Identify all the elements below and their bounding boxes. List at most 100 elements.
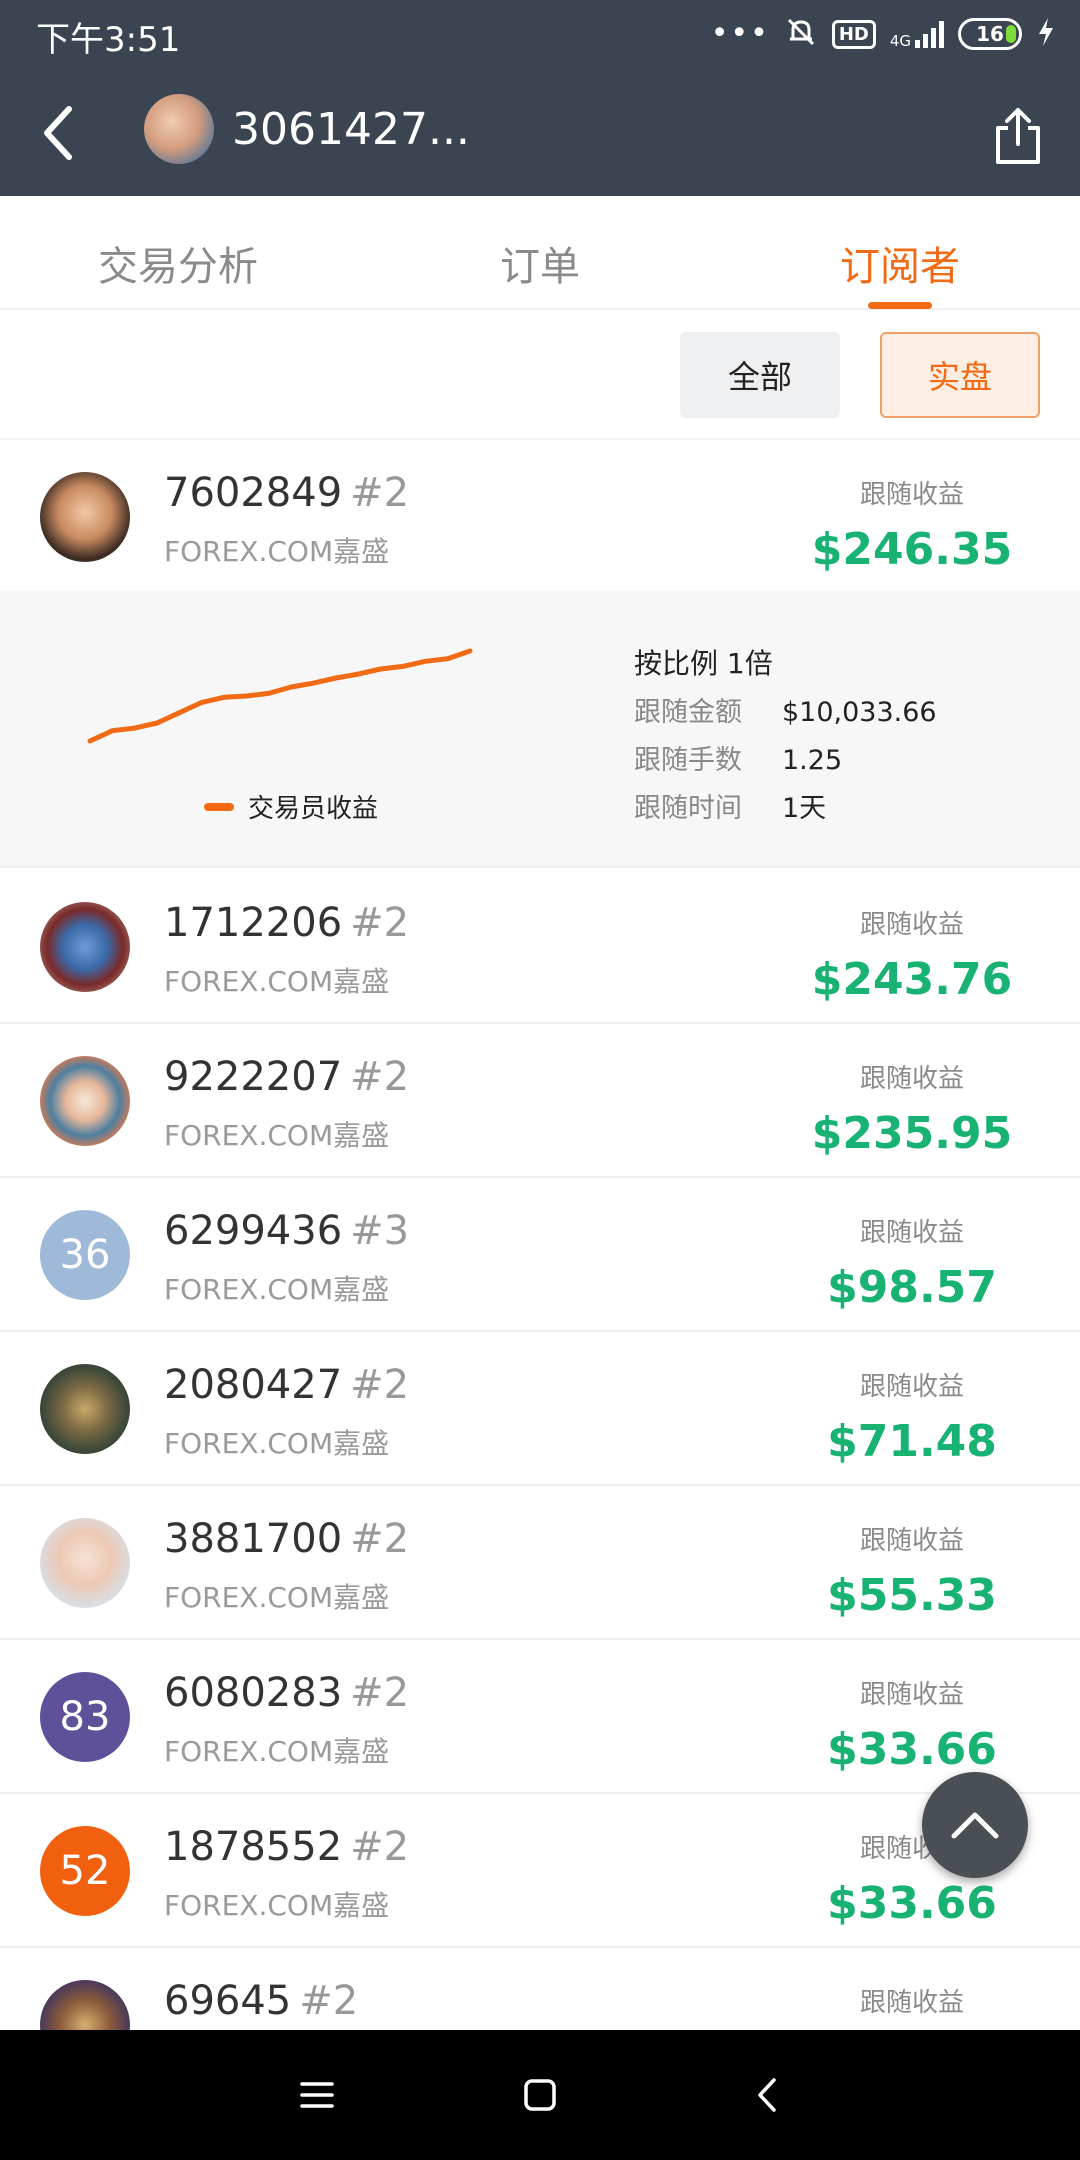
follow-time-value: 1天 [782, 793, 827, 824]
nav-menu-button[interactable] [292, 2070, 342, 2120]
subscriber-avatar: 36 [40, 1210, 130, 1300]
network-indicator: 4G [889, 20, 944, 50]
home-icon [524, 2079, 556, 2111]
subscriber-row[interactable]: 9222207 #2 FOREX.COM嘉盛 跟随收益 $235.95 [0, 1024, 1080, 1178]
subscriber-id: 6299436 #3 [164, 1208, 410, 1254]
trader-title: 3061427... [232, 104, 470, 155]
subscriber-rank: #2 [350, 470, 410, 516]
tab-subscribers[interactable]: 订阅者 [840, 234, 960, 292]
subscriber-rank: #2 [350, 900, 410, 946]
chevron-up-icon [951, 1812, 999, 1839]
subscriber-rank: #2 [350, 1670, 410, 1716]
profit-label: 跟随收益 [859, 1064, 964, 1094]
subscriber-avatar [40, 902, 130, 992]
chevron-left-icon [44, 106, 72, 160]
subscriber-row[interactable]: 3881700 #2 FOREX.COM嘉盛 跟随收益 $55.33 [0, 1486, 1080, 1640]
filter-real-button[interactable]: 实盘 [880, 332, 1040, 418]
back-icon [758, 2078, 776, 2112]
subscriber-broker: FOREX.COM嘉盛 [164, 1427, 390, 1460]
subscriber-broker: FOREX.COM嘉盛 [164, 1735, 390, 1768]
app-header: 3061427... [0, 70, 1080, 196]
subscriber-row[interactable]: 52 1878552 #2 FOREX.COM嘉盛 跟随收益 $33.66 [0, 1794, 1080, 1948]
subscriber-rank: #2 [350, 1824, 410, 1870]
nav-home-button[interactable] [515, 2070, 565, 2120]
battery-icon: 16 [958, 18, 1022, 50]
subscriber-row[interactable]: 83 6080283 #2 FOREX.COM嘉盛 跟随收益 $33.66 [0, 1640, 1080, 1794]
subscriber-broker: FOREX.COM嘉盛 [164, 1889, 390, 1922]
filter-bar: 全部 实盘 [0, 310, 1080, 440]
subscriber-rank: #3 [350, 1208, 410, 1254]
trader-profit-sparkline [87, 648, 473, 744]
follow-amount-row: 跟随金额 $10,033.66 [634, 690, 937, 729]
profit-label: 跟随收益 [859, 910, 964, 940]
back-button[interactable] [28, 100, 88, 166]
subscriber-detail-panel: 交易员收益 按比例 1倍 跟随金额 $10,033.66 跟随手数 1.25 跟随时… [0, 590, 1080, 868]
subscriber-avatar: 52 [40, 1826, 130, 1916]
system-nav-bar [0, 2030, 1080, 2160]
sparkline-legend: 交易员收益 [204, 788, 378, 825]
top-bar: 下午3:51 ••• HD 4G 16 3061427... [0, 0, 1080, 196]
profit-label: 跟随收益 [859, 1988, 964, 2018]
follow-amount-value: $10,033.66 [782, 697, 937, 728]
share-button[interactable] [990, 106, 1046, 166]
signal-icon [915, 20, 944, 48]
subscriber-id: 69645 #2 [164, 1978, 359, 2024]
profit-label: 跟随收益 [859, 480, 964, 510]
scroll-to-top-button[interactable] [922, 1772, 1028, 1878]
profit-value: $33.66 [827, 1724, 997, 1775]
battery-level: 16 [976, 22, 1004, 46]
menu-icon [300, 2082, 334, 2108]
profit-label: 跟随收益 [859, 1680, 964, 1710]
status-bar: 下午3:51 ••• HD 4G 16 [0, 0, 1080, 70]
subscriber-row[interactable]: 2080427 #2 FOREX.COM嘉盛 跟随收益 $71.48 [0, 1332, 1080, 1486]
subscriber-id: 1878552 #2 [164, 1824, 410, 1870]
subscriber-broker: FOREX.COM嘉盛 [164, 1119, 390, 1152]
more-dots-icon: ••• [710, 16, 770, 51]
share-icon [996, 108, 1040, 164]
subscriber-id: 2080427 #2 [164, 1362, 410, 1408]
subscriber-id: 3881700 #2 [164, 1516, 410, 1562]
profit-value: $243.76 [811, 954, 1013, 1005]
subscriber-row[interactable]: 1712206 #2 FOREX.COM嘉盛 跟随收益 $243.76 [0, 870, 1080, 1024]
subscriber-broker: FOREX.COM嘉盛 [164, 965, 390, 998]
subscriber-id: 1712206 #2 [164, 900, 410, 946]
follow-ratio: 按比例 1倍 [634, 647, 773, 680]
profit-label: 跟随收益 [859, 1372, 964, 1402]
network-type: 4G [889, 32, 911, 50]
subscriber-avatar: 83 [40, 1672, 130, 1762]
subscriber-row[interactable]: 7602849 #2 FOREX.COM嘉盛 跟随收益 $246.35 [0, 440, 1080, 594]
status-icons: ••• HD 4G 16 [711, 14, 1056, 54]
subscriber-avatar [40, 1518, 130, 1608]
follow-amount-label: 跟随金额 [634, 697, 742, 728]
subscriber-id: 7602849 #2 [164, 470, 410, 516]
active-tab-indicator [868, 302, 932, 309]
subscriber-avatar [40, 1364, 130, 1454]
profit-label: 跟随收益 [859, 1218, 964, 1248]
profit-value: $33.66 [827, 1878, 997, 1929]
subscriber-broker: FOREX.COM嘉盛 [164, 1581, 390, 1614]
profit-value: $55.33 [827, 1570, 997, 1621]
subscriber-id: 6080283 #2 [164, 1670, 410, 1716]
tab-orders[interactable]: 订单 [500, 234, 580, 292]
subscriber-avatar [40, 472, 130, 562]
subscriber-rank: #2 [350, 1516, 410, 1562]
tab-bar: 交易分析 订单 订阅者 [0, 196, 1080, 310]
trader-avatar[interactable] [144, 94, 214, 164]
subscriber-rank: #2 [350, 1362, 410, 1408]
charging-icon [1036, 17, 1056, 51]
subscriber-rank: #2 [299, 1978, 359, 2024]
profit-value: $235.95 [811, 1108, 1013, 1159]
legend-label: 交易员收益 [248, 794, 379, 824]
profit-value: $71.48 [827, 1416, 997, 1467]
subscriber-row[interactable]: 36 6299436 #3 FOREX.COM嘉盛 跟随收益 $98.57 [0, 1178, 1080, 1332]
status-time: 下午3:51 [36, 20, 181, 60]
subscriber-rank: #2 [350, 1054, 410, 1100]
legend-swatch [204, 802, 234, 811]
filter-all-button[interactable]: 全部 [680, 332, 840, 418]
subscriber-broker: FOREX.COM嘉盛 [164, 1273, 390, 1306]
tab-trade-analysis[interactable]: 交易分析 [98, 234, 258, 292]
profit-value: $98.57 [827, 1262, 997, 1313]
follow-time-row: 跟随时间 1天 [634, 786, 826, 825]
nav-back-button[interactable] [742, 2070, 792, 2120]
profit-label: 跟随收益 [859, 1526, 964, 1556]
